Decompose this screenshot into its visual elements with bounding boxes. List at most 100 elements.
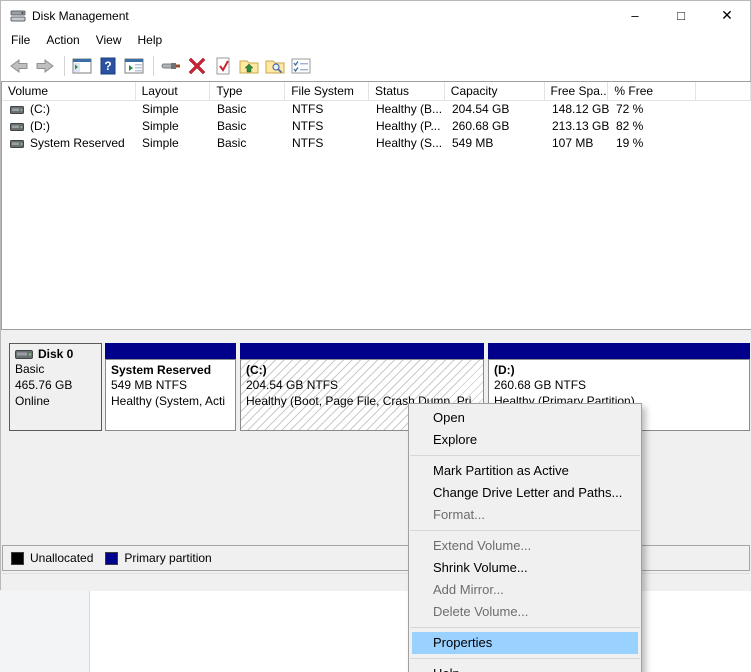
menu-item-help[interactable]: Help: [409, 663, 641, 672]
check-document-icon[interactable]: [211, 54, 235, 78]
cell-type: Basic: [211, 118, 286, 135]
column-header-blank[interactable]: [696, 82, 751, 100]
menu-separator: [410, 455, 640, 456]
legend-item-primary-partition: Primary partition: [105, 551, 211, 565]
partition-size: 549 MB NTFS: [111, 377, 235, 393]
menu-item-explore[interactable]: Explore: [409, 429, 641, 451]
menu-item-mark-partition-as-active[interactable]: Mark Partition as Active: [409, 460, 641, 482]
screen: Disk Management – □ ✕ File Action View H…: [0, 0, 751, 672]
action-pane-icon[interactable]: [122, 54, 146, 78]
cell-pct_free: 72 %: [610, 101, 698, 118]
column-header--free[interactable]: % Free: [608, 82, 696, 100]
cell-free_space: 213.13 GB: [546, 118, 610, 135]
console-tree-icon[interactable]: [70, 54, 94, 78]
menu-separator: [410, 658, 640, 659]
partition-color-bar: [105, 343, 236, 359]
background-panel: [0, 590, 90, 672]
cell-volume: System Reserved: [2, 135, 136, 152]
forward-icon[interactable]: [33, 54, 57, 78]
cell-pct_free: 82 %: [610, 118, 698, 135]
volume-row-d[interactable]: (D:)SimpleBasicNTFSHealthy (P...260.68 G…: [2, 118, 751, 135]
close-button[interactable]: ✕: [704, 1, 750, 30]
volume-list-header[interactable]: VolumeLayoutTypeFile SystemStatusCapacit…: [2, 82, 751, 101]
disk0-size: 465.76 GB: [15, 377, 101, 393]
volume-row-systemreserved[interactable]: System ReservedSimpleBasicNTFSHealthy (S…: [2, 135, 751, 152]
cell-type: Basic: [211, 135, 286, 152]
partition-status: Healthy (System, Acti: [111, 393, 235, 409]
partition-context-menu: OpenExplore Mark Partition as ActiveChang…: [408, 403, 642, 672]
legend-swatch: [105, 552, 118, 565]
cell-layout: Simple: [136, 135, 211, 152]
disk0-info-panel[interactable]: Disk 0 Basic 465.76 GB Online: [9, 343, 102, 431]
toolbar: ?: [1, 50, 750, 81]
help-icon[interactable]: ?: [96, 54, 120, 78]
folder-up-icon[interactable]: [237, 54, 261, 78]
menu-action[interactable]: Action: [38, 31, 87, 49]
cell-pct_free: 19 %: [610, 135, 698, 152]
menu-item-delete-volume: Delete Volume...: [409, 601, 641, 623]
cell-free_space: 107 MB: [546, 135, 610, 152]
menu-separator: [410, 627, 640, 628]
partition-size: 260.68 GB NTFS: [494, 377, 749, 393]
menu-file[interactable]: File: [3, 31, 38, 49]
legend-label: Unallocated: [30, 551, 93, 565]
partition-name: (D:): [494, 363, 749, 377]
disk0-name: Disk 0: [38, 347, 73, 361]
partition-color-bar: [488, 343, 750, 359]
svg-text:?: ?: [104, 59, 111, 73]
column-header-capacity[interactable]: Capacity: [445, 82, 545, 100]
cell-capacity: 549 MB: [446, 135, 546, 152]
delete-icon[interactable]: [185, 54, 209, 78]
cell-free_space: 148.12 GB: [546, 101, 610, 118]
menu-item-extend-volume: Extend Volume...: [409, 535, 641, 557]
legend-swatch: [11, 552, 24, 565]
legend-label: Primary partition: [124, 551, 211, 565]
menu-item-add-mirror: Add Mirror...: [409, 579, 641, 601]
cell-type: Basic: [211, 101, 286, 118]
column-header-type[interactable]: Type: [210, 82, 285, 100]
column-header-layout[interactable]: Layout: [136, 82, 211, 100]
menu-separator: [410, 530, 640, 531]
minimize-button[interactable]: –: [612, 1, 658, 30]
cell-capacity: 260.68 GB: [446, 118, 546, 135]
cell-status: Healthy (B...: [370, 101, 446, 118]
volume-list-body: (C:)SimpleBasicNTFSHealthy (B...204.54 G…: [2, 101, 751, 152]
disk0-type: Basic: [15, 361, 101, 377]
titlebar[interactable]: Disk Management – □ ✕: [1, 1, 750, 30]
cell-file_system: NTFS: [286, 135, 370, 152]
folder-find-icon[interactable]: [263, 54, 287, 78]
cell-layout: Simple: [136, 101, 211, 118]
maximize-button[interactable]: □: [658, 1, 704, 30]
menu-view[interactable]: View: [88, 31, 130, 49]
checklist-icon[interactable]: [289, 54, 313, 78]
menu-item-shrink-volume[interactable]: Shrink Volume...: [409, 557, 641, 579]
menu-item-change-drive-letter-and-paths[interactable]: Change Drive Letter and Paths...: [409, 482, 641, 504]
column-header-volume[interactable]: Volume: [2, 82, 136, 100]
back-icon[interactable]: [7, 54, 31, 78]
column-header-file-system[interactable]: File System: [285, 82, 369, 100]
cell-file_system: NTFS: [286, 118, 370, 135]
menu-item-format: Format...: [409, 504, 641, 526]
volume-list-pane: VolumeLayoutTypeFile SystemStatusCapacit…: [1, 81, 751, 330]
menu-help[interactable]: Help: [130, 31, 171, 49]
disk-icon: [15, 350, 33, 359]
column-header-free-spa-[interactable]: Free Spa...: [545, 82, 609, 100]
column-header-status[interactable]: Status: [369, 82, 445, 100]
disk-management-app-icon: [10, 9, 26, 23]
partition-color-bar: [240, 343, 484, 359]
disk0-status: Online: [15, 393, 101, 409]
menu-item-properties[interactable]: Properties: [412, 632, 638, 654]
menu-item-open[interactable]: Open: [409, 407, 641, 429]
tool-icon[interactable]: [159, 54, 183, 78]
cell-layout: Simple: [136, 118, 211, 135]
volume-row-c[interactable]: (C:)SimpleBasicNTFSHealthy (B...204.54 G…: [2, 101, 751, 118]
cell-status: Healthy (P...: [370, 118, 446, 135]
legend-item-unallocated: Unallocated: [11, 551, 93, 565]
partition-systemreserved[interactable]: System Reserved549 MB NTFSHealthy (Syste…: [105, 343, 236, 431]
cell-status: Healthy (S...: [370, 135, 446, 152]
cell-volume: (D:): [2, 118, 136, 135]
toolbar-separator: [153, 56, 154, 76]
partition-size: 204.54 GB NTFS: [246, 377, 483, 393]
window-title: Disk Management: [32, 9, 129, 23]
menubar: File Action View Help: [1, 30, 750, 50]
